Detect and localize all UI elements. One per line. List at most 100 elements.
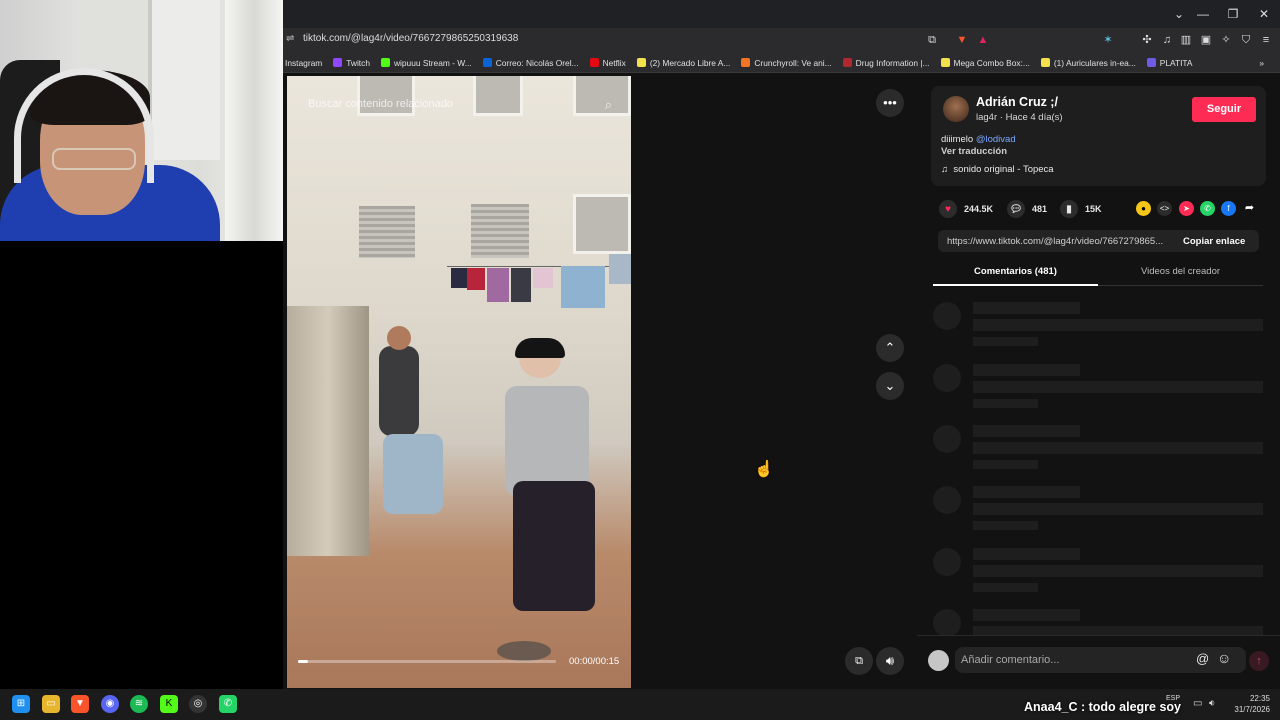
brave-rewards-icon[interactable]: ▲: [975, 32, 991, 48]
glasses: [52, 148, 136, 170]
bookmark-item[interactable]: Correo: Nicolás Orel...: [482, 58, 579, 68]
mouse-cursor: ☝: [754, 461, 774, 478]
whatsapp-icon[interactable]: ✆: [1200, 201, 1215, 216]
bookmark-label: Instagram: [285, 57, 323, 68]
video-search-bar[interactable]: Buscar contenido relacionado ⌕: [290, 93, 628, 117]
save-stat[interactable]: ▮ 15K: [1060, 200, 1102, 218]
chevron-down-icon[interactable]: ⌄: [1168, 4, 1190, 24]
sidebar-icon[interactable]: ▥: [1178, 32, 1194, 48]
media-icon[interactable]: ♫: [1159, 32, 1175, 48]
whatsapp-app-icon[interactable]: ✆: [219, 695, 237, 713]
share-arrow-icon[interactable]: ➦: [1242, 201, 1257, 216]
leo-ai-icon[interactable]: ✧: [1218, 32, 1234, 48]
comment-stat[interactable]: 💬︎ 481: [1007, 200, 1047, 218]
background-curtain: [225, 0, 283, 241]
translate-icon[interactable]: ⧉: [924, 32, 940, 48]
sound-link[interactable]: ♫ sonido original - Topeca: [941, 164, 1054, 175]
video-search-placeholder[interactable]: Buscar contenido relacionado: [308, 98, 453, 110]
laundry-item: [487, 268, 509, 302]
comment-skeleton: [933, 486, 1263, 536]
see-translation-link[interactable]: Ver traducción: [941, 146, 1007, 157]
bookmark-item[interactable]: wipuuu Stream - W...: [380, 57, 472, 68]
bookmark-label: (2) Mercado Libre A...: [649, 57, 731, 68]
bookmark-label: wipuuu Stream - W...: [393, 57, 472, 68]
save-count: 15K: [1085, 204, 1102, 214]
bookmark-item[interactable]: Drug Information |...: [842, 58, 930, 68]
music-note-icon: ♫: [941, 164, 949, 175]
user-avatar: [928, 650, 949, 671]
windows-start-icon[interactable]: ⊞: [12, 695, 30, 713]
dancer-shirt: [379, 346, 419, 436]
bookmark-item[interactable]: PLATITA: [1146, 58, 1193, 68]
tab-creator-videos[interactable]: Videos del creador: [1098, 262, 1263, 286]
url-text[interactable]: tiktok.com/@lag4r/video/7667279865250319…: [303, 33, 518, 44]
bookmark-item[interactable]: Mega Combo Box:...: [940, 58, 1030, 68]
like-stat[interactable]: ♥ 244.5K: [939, 200, 993, 218]
comment-skeleton: [933, 548, 1263, 598]
bookmark-item[interactable]: (2) Mercado Libre A...: [636, 57, 731, 68]
embed-icon[interactable]: <>: [1157, 201, 1172, 216]
mention-link[interactable]: @lodivad: [976, 134, 1016, 145]
laundry-item: [533, 268, 553, 288]
address-bar: ⇌ tiktok.com/@lag4r/video/76672798652503…: [283, 28, 1280, 53]
search-icon[interactable]: ⌕: [605, 97, 612, 113]
extensions-puzzle-icon[interactable]: ✣: [1139, 32, 1155, 48]
bookmark-icon[interactable]: ▮: [1060, 200, 1078, 218]
bookmark-favicon-icon: [1040, 58, 1050, 67]
author-name[interactable]: Adrián Cruz ;/: [976, 95, 1058, 109]
chevron-up-icon[interactable]: ⌃: [876, 334, 904, 362]
copy-link-button[interactable]: Copiar enlace: [1177, 234, 1251, 249]
spotify-icon[interactable]: ≋: [130, 695, 148, 713]
tab-comments[interactable]: Comentarios (481): [933, 262, 1098, 286]
floating-player-icon[interactable]: ⧉: [845, 647, 873, 675]
speaker-icon[interactable]: 🔉︎: [1209, 698, 1215, 709]
video-player[interactable]: [287, 76, 631, 688]
mention-icon[interactable]: @: [1196, 651, 1209, 666]
video-description: diiimelo @lodivad: [941, 134, 1016, 145]
send-icon[interactable]: ➤: [1179, 201, 1194, 216]
brave-shield-icon[interactable]: ▼: [954, 32, 970, 48]
comment-icon[interactable]: 💬︎: [1007, 200, 1025, 218]
volume-icon[interactable]: 🔊︎: [876, 647, 904, 675]
stream-chat-overlay: Anaa4_C : todo alegre soy: [1024, 700, 1181, 714]
send-comment-button[interactable]: ↑: [1249, 651, 1269, 671]
menu-icon[interactable]: ≡: [1258, 32, 1274, 48]
progress-bar[interactable]: [298, 660, 556, 663]
chevron-down-icon[interactable]: ⌄: [876, 372, 904, 400]
clock-date[interactable]: 31/7/2026: [1228, 705, 1270, 714]
more-bookmarks-icon[interactable]: »: [1259, 58, 1280, 68]
discord-icon[interactable]: ◉: [101, 695, 119, 713]
heart-icon[interactable]: ♥: [939, 200, 957, 218]
minimize-button[interactable]: —: [1192, 4, 1214, 24]
wallet-icon[interactable]: ▣: [1198, 32, 1214, 48]
bookmark-item[interactable]: (1) Auriculares in-ea...: [1040, 57, 1136, 68]
emoji-icon[interactable]: ☺: [1217, 650, 1231, 666]
restore-button[interactable]: ❐: [1222, 4, 1244, 24]
bookmark-label: (1) Auriculares in-ea...: [1053, 57, 1136, 68]
webcam-overlay: [0, 0, 283, 241]
file-explorer-icon[interactable]: ▭: [42, 695, 60, 713]
language-indicator[interactable]: ESP: [1166, 695, 1180, 702]
vpn-icon[interactable]: ⛉: [1238, 32, 1254, 48]
author-avatar[interactable]: [943, 96, 969, 122]
clock-time[interactable]: 22:35: [1246, 694, 1270, 703]
extension-icon[interactable]: ✶: [1100, 32, 1116, 48]
brave-browser-icon[interactable]: ▼: [71, 695, 89, 713]
kick-icon[interactable]: K: [160, 695, 178, 713]
follow-button[interactable]: Seguir: [1192, 97, 1256, 122]
site-info-icon[interactable]: ⇌: [286, 33, 294, 44]
bookmark-favicon-icon: [380, 58, 390, 67]
bookmark-item[interactable]: Instagram: [285, 58, 322, 68]
close-button[interactable]: ✕: [1253, 4, 1275, 24]
share-link-text[interactable]: https://www.tiktok.com/@lag4r/video/7667…: [947, 236, 1173, 247]
monitor-icon[interactable]: ▭: [1193, 698, 1202, 709]
obs-icon[interactable]: ◎: [189, 695, 207, 713]
bookmark-item[interactable]: Twitch: [333, 58, 370, 68]
description-text: diiimelo: [941, 134, 976, 145]
coin-icon[interactable]: ●: [1136, 201, 1151, 216]
facebook-icon[interactable]: f: [1221, 201, 1236, 216]
bookmark-item[interactable]: Crunchyroll: Ve ani...: [741, 58, 832, 68]
sound-name[interactable]: sonido original - Topeca: [953, 164, 1053, 175]
bookmark-item[interactable]: Netflix: [589, 58, 626, 68]
more-options-button[interactable]: •••: [876, 89, 904, 117]
